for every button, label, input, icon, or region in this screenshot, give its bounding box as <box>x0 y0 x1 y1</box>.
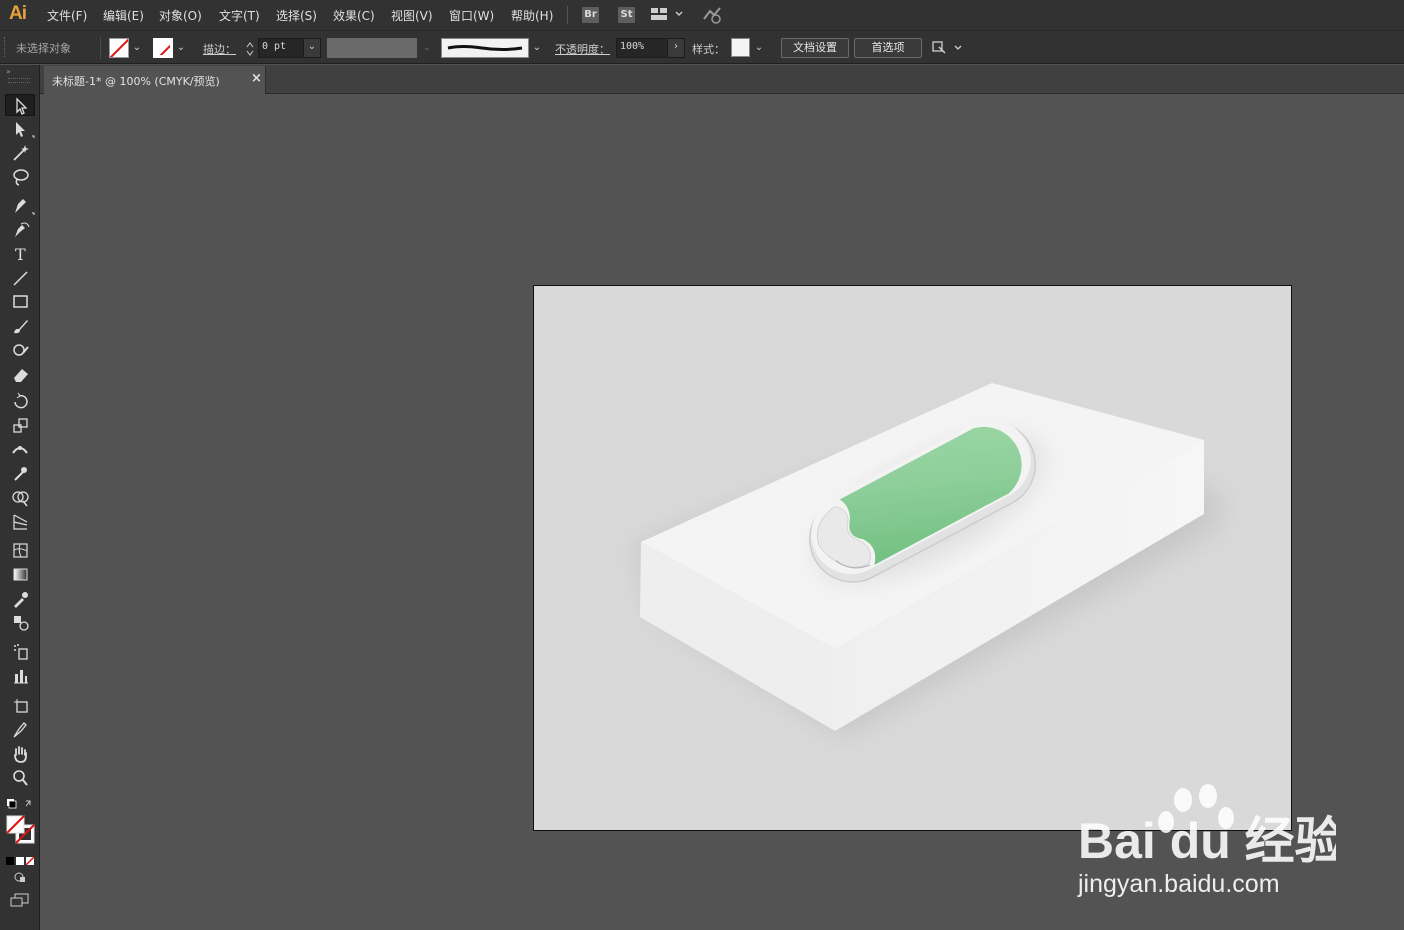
grip-handle[interactable] <box>4 37 8 57</box>
opacity-flyout[interactable]: › <box>667 38 685 58</box>
artboard-tool-icon[interactable] <box>5 695 35 717</box>
width-tool-icon[interactable] <box>5 439 35 461</box>
scale-tool-icon[interactable] <box>5 415 35 437</box>
app-logo: Ai <box>9 3 27 24</box>
menu-object[interactable]: 对象(O) <box>159 7 202 24</box>
control-bar: 未选择对象 ⌄ ⌄ 描边： 0 pt ⌄ ⌄ ⌄ 不透明度： 100% › 样式… <box>0 30 1404 64</box>
style-label: 样式： <box>692 43 725 56</box>
slice-tool-icon[interactable] <box>5 719 35 741</box>
chevron-down-icon[interactable]: ⌄ <box>176 43 186 53</box>
lasso-tool-icon[interactable] <box>5 166 35 188</box>
symbol-sprayer-tool-icon[interactable] <box>5 641 35 663</box>
stroke-label[interactable]: 描边： <box>203 41 236 57</box>
opacity-input[interactable]: 100% <box>616 38 668 58</box>
perspective-grid-tool-icon[interactable] <box>5 511 35 533</box>
column-graph-tool-icon[interactable] <box>5 665 35 687</box>
document-tab-title: 未标题-1* @ 100% (CMYK/预览) <box>52 75 220 88</box>
menu-window[interactable]: 窗口(W) <box>449 7 494 24</box>
fill-none-swatch[interactable] <box>109 38 129 58</box>
mesh-tool-icon[interactable] <box>5 540 35 562</box>
shaper-tool-icon[interactable] <box>5 339 35 361</box>
blend-tool-icon[interactable] <box>5 612 35 634</box>
menu-select[interactable]: 选择(S) <box>276 7 317 24</box>
screen-mode-icon[interactable] <box>10 892 30 911</box>
eyedropper-tool-icon[interactable] <box>5 588 35 610</box>
direct-selection-tool-icon[interactable] <box>5 118 35 140</box>
menu-bar: Ai 文件(F) 编辑(E) 对象(O) 文字(T) 选择(S) 效果(C) 视… <box>0 0 1404 30</box>
draw-mode-icon[interactable] <box>12 869 28 888</box>
chevron-down-icon: ⌄ <box>307 41 317 52</box>
graphic-style-swatch[interactable] <box>731 38 750 57</box>
arrange-documents-icon[interactable] <box>651 7 683 27</box>
svg-text:T: T <box>15 245 26 264</box>
stroke-stepper[interactable] <box>245 40 255 58</box>
zoom-tool-icon[interactable] <box>5 767 35 789</box>
shape-builder-tool-icon[interactable] <box>5 487 35 509</box>
fill-stroke-swatches[interactable] <box>6 815 36 845</box>
puppet-warp-tool-icon[interactable] <box>5 463 35 485</box>
stock-button[interactable]: St <box>618 7 635 23</box>
brush-definition[interactable] <box>441 38 529 58</box>
preferences-button[interactable]: 首选项 <box>854 38 922 58</box>
default-colors-icon[interactable] <box>6 797 34 811</box>
color-mode-buttons[interactable] <box>6 851 35 866</box>
stroke-none-swatch[interactable] <box>153 38 173 58</box>
watermark-url: jingyan.baidu.com <box>1077 870 1280 898</box>
chevron-down-icon: ⌄ <box>422 42 432 53</box>
hand-tool-icon[interactable] <box>5 743 35 765</box>
menu-edit[interactable]: 编辑(E) <box>103 7 144 24</box>
menu-file[interactable]: 文件(F) <box>47 7 87 24</box>
chevron-down-icon[interactable]: ⌄ <box>532 43 542 53</box>
line-segment-tool-icon[interactable] <box>5 267 35 289</box>
menu-help[interactable]: 帮助(H) <box>511 7 553 24</box>
divider <box>100 37 101 59</box>
stroke-weight-dropdown[interactable]: ⌄ <box>303 38 321 58</box>
selection-tool-icon[interactable] <box>5 94 35 116</box>
chevron-right-icon: › <box>674 41 678 52</box>
menu-type[interactable]: 文字(T) <box>219 7 260 24</box>
menu-effect[interactable]: 效果(C) <box>333 7 375 24</box>
rectangle-tool-icon[interactable] <box>5 291 35 313</box>
sync-icon[interactable] <box>700 5 724 29</box>
document-tab[interactable]: 未标题-1* @ 100% (CMYK/预览) × <box>44 66 266 94</box>
magic-wand-tool-icon[interactable] <box>5 142 35 164</box>
stroke-weight-input[interactable]: 0 pt <box>258 38 304 58</box>
artboard[interactable] <box>533 285 1292 831</box>
rotate-tool-icon[interactable] <box>5 391 35 413</box>
menu-view[interactable]: 视图(V) <box>391 7 433 24</box>
pen-tool-icon[interactable] <box>5 195 35 217</box>
gradient-tool-icon[interactable] <box>5 564 35 586</box>
paintbrush-tool-icon[interactable] <box>5 315 35 337</box>
close-icon[interactable]: × <box>251 71 262 86</box>
type-tool-icon[interactable]: T <box>5 243 35 265</box>
artwork <box>634 383 1224 736</box>
document-setup-button[interactable]: 文档设置 <box>781 38 849 58</box>
bridge-button[interactable]: Br <box>582 7 599 23</box>
menu-divider <box>567 6 568 24</box>
opacity-label[interactable]: 不透明度： <box>555 41 610 57</box>
variable-width-profile[interactable] <box>327 38 417 58</box>
eraser-tool-icon[interactable] <box>5 363 35 385</box>
tool-list: T <box>0 65 40 930</box>
panel-menu-icon[interactable] <box>931 39 965 61</box>
chevron-down-icon[interactable]: ⌄ <box>754 43 764 53</box>
curvature-tool-icon[interactable] <box>5 219 35 241</box>
selection-status: 未选择对象 <box>16 42 71 55</box>
chevron-down-icon[interactable]: ⌄ <box>132 43 142 53</box>
